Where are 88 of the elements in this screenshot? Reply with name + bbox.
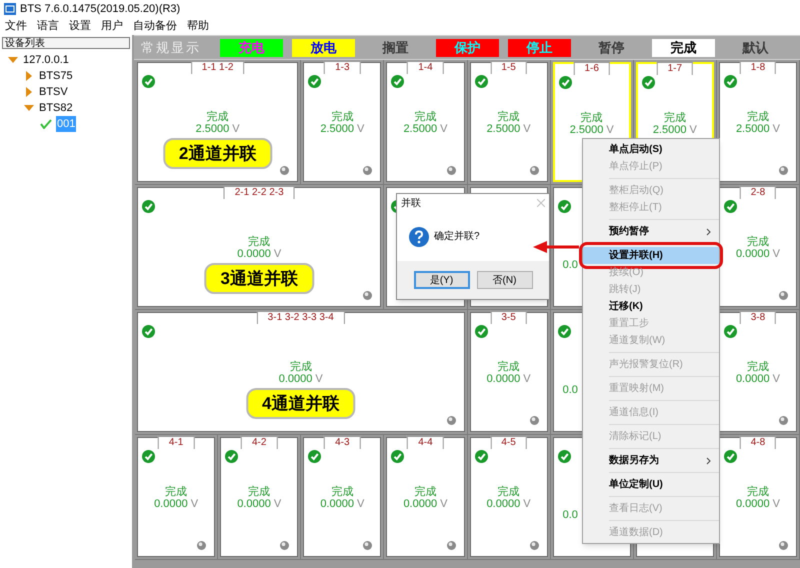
unit-label: V	[274, 248, 282, 261]
channel-label: 3-1 3-2 3-3 3-4	[256, 310, 345, 324]
display-mode-label: 常规显示	[140, 38, 202, 57]
channel-label: 2-8	[740, 185, 776, 199]
unit-label: V	[606, 124, 614, 137]
callout-label: 3通道并联	[204, 263, 314, 294]
voltage-value: 0.0000	[320, 498, 354, 511]
voltage-value: 0.0000	[403, 498, 438, 511]
channel-label: 1-1 1-2	[190, 60, 244, 74]
status-text: 完成	[580, 112, 603, 124]
callout-label: 2通道并联	[162, 138, 272, 169]
legend-swatch: 完成	[652, 38, 715, 56]
voltage-value: 0.0	[562, 383, 578, 398]
unit-label: V	[190, 498, 198, 511]
legend-swatch: 放电	[292, 38, 355, 56]
status-text: 完成	[414, 111, 436, 123]
voltage-value: 0.0000	[278, 373, 312, 386]
channel-label: 1-6	[573, 61, 610, 75]
voltage-value: 2.5000	[736, 123, 770, 136]
channel-label: 4-3	[324, 435, 361, 449]
unit-label: V	[772, 123, 780, 136]
voltage-value: 0.0000	[736, 248, 770, 261]
channel-label: 4-1	[158, 435, 194, 449]
channel-label: 4-4	[407, 435, 444, 449]
voltage-value: 0.0	[562, 508, 578, 523]
unit-label: V	[315, 373, 323, 386]
channel-label: 1-3	[324, 60, 361, 74]
status-text: 完成	[498, 111, 520, 123]
status-text: 完成	[165, 486, 188, 498]
unit-label: V	[523, 498, 531, 511]
status-text: 完成	[248, 236, 270, 248]
callout-label: 4通道并联	[246, 388, 356, 419]
channel-label: 3-5	[490, 310, 527, 324]
dialog-title: 并联	[401, 196, 421, 210]
channel-label: 4-2	[240, 435, 278, 449]
voltage-value: 2.5000	[570, 124, 604, 137]
voltage-value: 2.5000	[403, 123, 438, 136]
status-text: 完成	[331, 486, 354, 498]
window-title: BTS 7.6.0.1475(2019.05.20)(R3)	[20, 2, 180, 17]
unit-label: V	[356, 498, 364, 511]
channel-label: 4-5	[490, 435, 527, 449]
unit-label: V	[772, 498, 780, 511]
voltage-value: 2.5000	[652, 124, 686, 137]
voltage-value: 0.0000	[736, 373, 770, 386]
voltage-value: 0.0000	[237, 498, 271, 511]
unit-label: V	[523, 373, 531, 386]
status-text: 完成	[331, 111, 354, 123]
unit-label: V	[440, 498, 448, 511]
panel-header: 设备列表	[2, 37, 130, 49]
legend-swatch: 停止	[508, 38, 571, 56]
status-text: 完成	[498, 486, 520, 498]
channel-label: 1-8	[740, 60, 776, 74]
dialog-message: 确定并联?	[434, 230, 480, 244]
status-text: 完成	[248, 486, 270, 498]
channel-label: 1-7	[656, 61, 694, 75]
unit-label: V	[772, 248, 780, 261]
status-text: 完成	[498, 361, 520, 373]
status-text: 完成	[290, 361, 312, 373]
status-text: 完成	[746, 111, 769, 123]
channel-label: 3-8	[740, 310, 776, 324]
unit-label: V	[232, 123, 240, 136]
voltage-value: 0.0	[562, 258, 578, 273]
status-text: 完成	[746, 486, 769, 498]
legend-swatch: 充电	[220, 38, 283, 56]
voltage-value: 0.0000	[736, 498, 770, 511]
voltage-value: 0.0000	[154, 498, 188, 511]
voltage-value: 2.5000	[486, 123, 520, 136]
legend-swatch: 保护	[436, 38, 499, 56]
channel-label: 1-5	[490, 60, 527, 74]
unit-label: V	[356, 123, 364, 136]
voltage-value: 0.0000	[237, 248, 271, 261]
voltage-value: 2.5000	[196, 123, 230, 136]
voltage-value: 0.0000	[486, 498, 520, 511]
status-text: 完成	[746, 361, 769, 373]
voltage-value: 2.5000	[320, 123, 354, 136]
unit-label: V	[440, 123, 448, 136]
channel-label: 1-4	[407, 60, 444, 74]
voltage-value: 0.0000	[486, 373, 520, 386]
channel-label: 4-8	[740, 435, 776, 449]
unit-label: V	[689, 124, 697, 137]
status-text: 完成	[206, 111, 229, 123]
channel-label: 2-1 2-2 2-3	[224, 185, 295, 199]
status-text: 完成	[664, 112, 686, 124]
unit-label: V	[523, 123, 531, 136]
status-text: 完成	[414, 486, 436, 498]
status-text: 完成	[746, 236, 769, 248]
unit-label: V	[772, 373, 780, 386]
unit-label: V	[274, 498, 282, 511]
